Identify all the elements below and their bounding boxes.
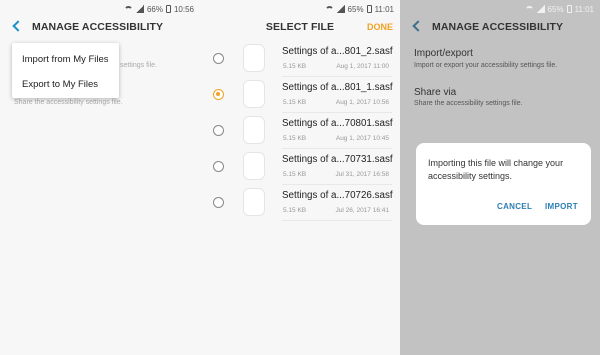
import-export-subtitle: Import or export your accessibility sett… bbox=[414, 62, 558, 69]
share-via-title[interactable]: Share via bbox=[414, 87, 456, 98]
file-date: Aug 1, 2017 10:45 bbox=[335, 135, 389, 142]
radio-button-selected[interactable] bbox=[213, 89, 224, 100]
wifi-icon bbox=[324, 5, 334, 13]
file-size: 5.15 KB bbox=[283, 135, 307, 142]
battery-percent: 66% bbox=[146, 4, 163, 14]
import-button[interactable]: IMPORT bbox=[545, 202, 578, 211]
radio-button[interactable] bbox=[213, 125, 224, 136]
file-thumbnail bbox=[243, 116, 265, 144]
signal-icon bbox=[536, 5, 545, 13]
wifi-icon bbox=[123, 5, 133, 13]
file-size: 5.15 KB bbox=[283, 63, 307, 70]
status-time: 10:56 bbox=[173, 4, 194, 14]
file-row[interactable]: Settings of a...801_2.sasf 5.15 KB Aug 1… bbox=[200, 41, 400, 77]
radio-button[interactable] bbox=[213, 161, 224, 172]
file-date: Aug 1, 2017 10:56 bbox=[335, 99, 389, 106]
battery-icon bbox=[366, 5, 372, 13]
battery-icon bbox=[566, 5, 572, 13]
menu-item-export-to-my-files[interactable]: Export to My Files bbox=[22, 79, 98, 90]
row-divider bbox=[282, 220, 392, 221]
battery-percent: 65% bbox=[347, 4, 364, 14]
manage-accessibility-screen: 66% 10:56 MANAGE ACCESSIBILITY settings … bbox=[0, 0, 200, 355]
file-date: Aug 1, 2017 11:00 bbox=[336, 63, 389, 70]
file-row[interactable]: Settings of a...70731.sasf 5.15 KB Jul 3… bbox=[200, 149, 400, 185]
battery-percent: 65% bbox=[547, 4, 564, 14]
status-bar: 66% 10:56 bbox=[123, 3, 194, 15]
file-row[interactable]: Settings of a...70801.sasf 5.15 KB Aug 1… bbox=[200, 113, 400, 149]
battery-icon bbox=[165, 5, 171, 13]
back-arrow-icon[interactable] bbox=[10, 18, 26, 34]
status-bar: 65% 11:01 bbox=[324, 3, 394, 15]
file-thumbnail bbox=[243, 80, 265, 108]
file-name: Settings of a...70731.sasf bbox=[282, 154, 393, 165]
file-thumbnail bbox=[243, 152, 265, 180]
manage-accessibility-import-dialog-screen: 65% 11:01 MANAGE ACCESSIBILITY Import/ex… bbox=[400, 0, 600, 355]
radio-button[interactable] bbox=[213, 197, 224, 208]
dialog-message: Importing this file will change your acc… bbox=[428, 158, 564, 181]
cancel-button[interactable]: CANCEL bbox=[497, 202, 532, 211]
status-time: 11:01 bbox=[374, 4, 394, 14]
file-thumbnail bbox=[243, 44, 265, 72]
file-date: Jul 31, 2017 16:58 bbox=[335, 171, 390, 178]
status-bar: 65% 11:01 bbox=[524, 3, 594, 15]
faded-settings-text: settings file. bbox=[120, 62, 157, 69]
file-size: 5.15 KB bbox=[283, 99, 307, 106]
file-name: Settings of a...70801.sasf bbox=[282, 118, 393, 129]
file-size: 5.15 KB bbox=[283, 171, 307, 178]
page-title: MANAGE ACCESSIBILITY bbox=[32, 21, 164, 33]
share-via-subtitle: Share the accessibility settings file. bbox=[414, 100, 523, 107]
signal-icon bbox=[336, 5, 345, 13]
radio-button[interactable] bbox=[213, 53, 224, 64]
overflow-menu: Import from My Files Export to My Files bbox=[12, 43, 119, 98]
file-date: Jul 26, 2017 16:41 bbox=[335, 207, 390, 214]
faded-share-text: Share the accessibility settings file. bbox=[14, 99, 123, 106]
import-export-title[interactable]: Import/export bbox=[414, 48, 473, 59]
wifi-icon bbox=[524, 5, 534, 13]
menu-item-import-from-my-files[interactable]: Import from My Files bbox=[22, 54, 109, 65]
file-thumbnail bbox=[243, 188, 265, 216]
select-file-screen: 65% 11:01 SELECT FILE DONE Settings of a… bbox=[200, 0, 400, 355]
file-row[interactable]: Settings of a...70726.sasf 5.15 KB Jul 2… bbox=[200, 185, 400, 221]
file-name: Settings of a...70726.sasf bbox=[282, 190, 393, 201]
file-name: Settings of a...801_1.sasf bbox=[282, 82, 393, 93]
file-name: Settings of a...801_2.sasf bbox=[282, 46, 393, 57]
signal-icon bbox=[135, 5, 144, 13]
back-arrow-icon[interactable] bbox=[410, 18, 426, 34]
done-button[interactable]: DONE bbox=[367, 22, 393, 32]
file-size: 5.15 KB bbox=[283, 207, 307, 214]
file-row[interactable]: Settings of a...801_1.sasf 5.15 KB Aug 1… bbox=[200, 77, 400, 113]
status-time: 11:01 bbox=[574, 4, 594, 14]
import-confirm-dialog: Importing this file will change your acc… bbox=[416, 143, 591, 225]
page-title: MANAGE ACCESSIBILITY bbox=[432, 21, 564, 33]
